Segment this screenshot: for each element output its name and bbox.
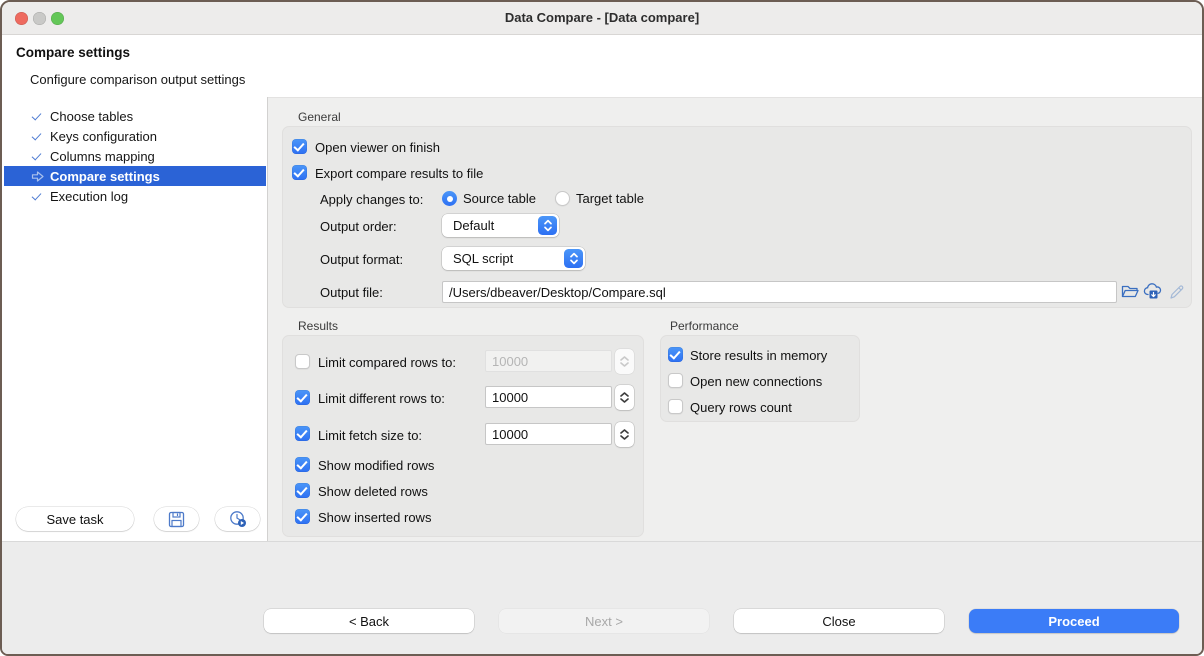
title-bar: Data Compare - [Data compare]	[2, 2, 1202, 35]
edit-pencil-icon[interactable]	[1169, 284, 1185, 300]
performance-group-title: Performance	[670, 319, 739, 333]
output-order-label: Output order:	[320, 219, 397, 234]
output-file-input[interactable]	[442, 281, 1117, 303]
store-memory-label[interactable]: Store results in memory	[690, 348, 827, 363]
show-deleted-label[interactable]: Show deleted rows	[318, 484, 428, 499]
open-connections-checkbox[interactable]	[668, 373, 683, 388]
show-inserted-label[interactable]: Show inserted rows	[318, 510, 431, 525]
source-table-label[interactable]: Source table	[463, 191, 536, 206]
apply-changes-label: Apply changes to:	[320, 192, 423, 207]
sidebar-item-compare-settings[interactable]: Compare settings	[4, 166, 266, 186]
query-rows-checkbox[interactable]	[668, 399, 683, 414]
sidebar-item-label: Columns mapping	[50, 149, 155, 164]
sidebar-item-columns-mapping[interactable]: Columns mapping	[4, 146, 266, 166]
target-table-radio[interactable]	[555, 191, 570, 206]
open-connections-label[interactable]: Open new connections	[690, 374, 822, 389]
save-task-file-button[interactable]	[154, 507, 199, 531]
sidebar-item-label: Compare settings	[50, 169, 160, 184]
wizard-header: Compare settings Configure comparison ou…	[2, 35, 1202, 97]
query-rows-label[interactable]: Query rows count	[690, 400, 792, 415]
window-title: Data Compare - [Data compare]	[2, 2, 1202, 34]
next-button: Next >	[499, 609, 709, 633]
back-button-label: < Back	[349, 614, 389, 629]
show-inserted-checkbox[interactable]	[295, 509, 310, 524]
limit-fetch-stepper[interactable]	[615, 422, 634, 447]
step-complete-check-icon	[31, 150, 45, 163]
target-table-label[interactable]: Target table	[576, 191, 644, 206]
general-group-title: General	[298, 110, 341, 124]
sidebar-item-choose-tables[interactable]: Choose tables	[4, 106, 266, 126]
floppy-disk-icon	[168, 511, 185, 528]
schedule-task-button[interactable]	[215, 507, 260, 531]
popup-chevrons-icon	[564, 249, 583, 268]
output-order-select[interactable]: Default	[442, 214, 559, 237]
current-step-arrow-icon	[31, 170, 45, 183]
sidebar-item-execution-log[interactable]: Execution log	[4, 186, 266, 206]
limit-compared-checkbox[interactable]	[295, 354, 310, 369]
step-complete-check-icon	[31, 130, 45, 143]
results-group-title: Results	[298, 319, 338, 333]
browse-cloud-icon[interactable]	[1143, 282, 1163, 300]
page-title: Compare settings	[16, 45, 130, 60]
next-button-label: Next >	[585, 614, 623, 629]
output-format-select[interactable]: SQL script	[442, 247, 585, 270]
limit-different-input[interactable]	[485, 386, 612, 408]
show-modified-checkbox[interactable]	[295, 457, 310, 472]
limit-different-checkbox[interactable]	[295, 390, 310, 405]
limit-different-stepper[interactable]	[615, 385, 634, 410]
limit-fetch-checkbox[interactable]	[295, 426, 310, 441]
limit-different-label[interactable]: Limit different rows to:	[318, 391, 445, 406]
close-button-label: Close	[822, 614, 855, 629]
save-task-label: Save task	[46, 512, 103, 527]
open-viewer-label[interactable]: Open viewer on finish	[315, 140, 440, 155]
dialog-footer	[2, 541, 1202, 654]
show-modified-label[interactable]: Show modified rows	[318, 458, 434, 473]
close-button[interactable]: Close	[734, 609, 944, 633]
limit-compared-label[interactable]: Limit compared rows to:	[318, 355, 456, 370]
sidebar-item-label: Choose tables	[50, 109, 133, 124]
browse-folder-icon[interactable]	[1121, 284, 1139, 300]
back-button[interactable]: < Back	[264, 609, 474, 633]
output-format-label: Output format:	[320, 252, 403, 267]
output-order-value: Default	[442, 218, 538, 233]
step-complete-check-icon	[31, 190, 45, 203]
show-deleted-checkbox[interactable]	[295, 483, 310, 498]
output-format-value: SQL script	[442, 251, 564, 266]
schedule-clock-icon	[229, 510, 247, 528]
open-viewer-checkbox[interactable]	[292, 139, 307, 154]
output-file-label: Output file:	[320, 285, 383, 300]
source-table-radio[interactable]	[442, 191, 457, 206]
sidebar-item-keys-configuration[interactable]: Keys configuration	[4, 126, 266, 146]
store-memory-checkbox[interactable]	[668, 347, 683, 362]
sidebar-item-label: Keys configuration	[50, 129, 157, 144]
limit-compared-stepper	[615, 349, 634, 374]
page-subtitle: Configure comparison output settings	[30, 72, 245, 87]
limit-fetch-input[interactable]	[485, 423, 612, 445]
export-results-label[interactable]: Export compare results to file	[315, 166, 483, 181]
sidebar-item-label: Execution log	[50, 189, 128, 204]
proceed-button[interactable]: Proceed	[969, 609, 1179, 633]
limit-compared-input	[485, 350, 612, 372]
proceed-button-label: Proceed	[1048, 614, 1099, 629]
data-compare-dialog: Data Compare - [Data compare] Compare se…	[0, 0, 1204, 656]
apply-changes-radio-group: Source table Target table	[442, 191, 644, 206]
popup-chevrons-icon	[538, 216, 557, 235]
export-results-checkbox[interactable]	[292, 165, 307, 180]
limit-fetch-label[interactable]: Limit fetch size to:	[318, 428, 422, 443]
step-complete-check-icon	[31, 110, 45, 123]
save-task-button[interactable]: Save task	[16, 507, 134, 531]
